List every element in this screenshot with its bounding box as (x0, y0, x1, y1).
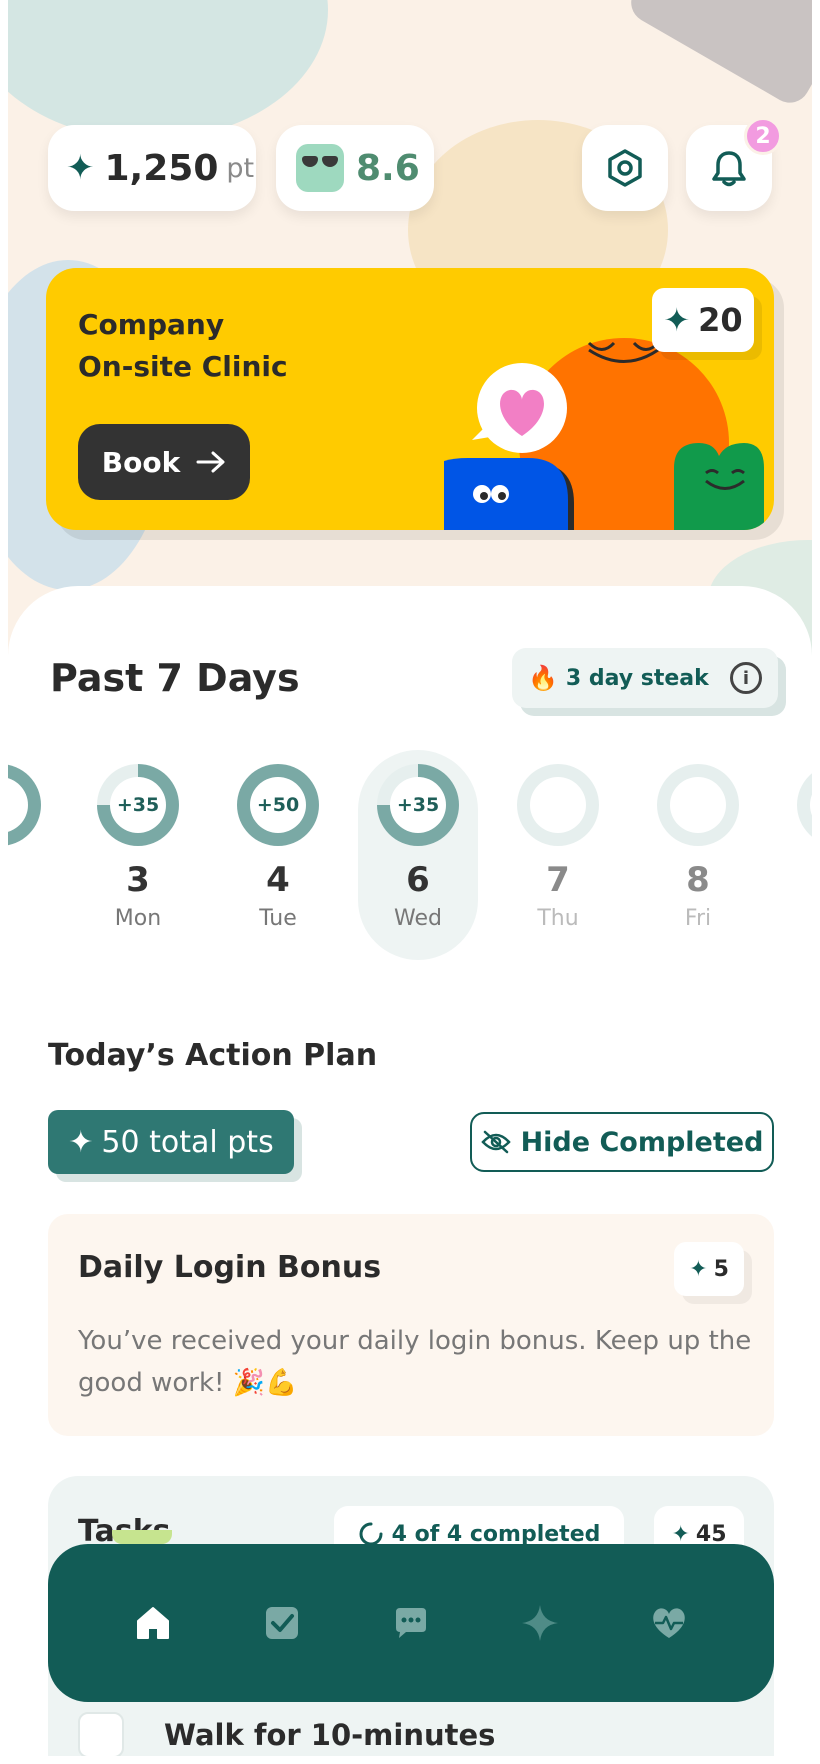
nav-rewards[interactable] (510, 1593, 570, 1653)
promo-points-value: 20 (698, 301, 743, 339)
login-bonus-description: You’ve received your daily login bonus. … (78, 1326, 752, 1398)
info-icon[interactable]: i (730, 662, 762, 694)
sparkle-icon: ✦ (68, 1124, 94, 1160)
promo-title-line1: Company (78, 308, 225, 341)
action-plan-title: Today’s Action Plan (48, 1038, 378, 1073)
day-badge (670, 777, 726, 833)
heart-pulse-icon (653, 1608, 686, 1638)
day-name: Thu (537, 906, 579, 931)
day-item[interactable]: +50 4 Tue (218, 750, 338, 960)
sparkle-icon: ✦ (663, 301, 691, 339)
promo-points-badge: ✦ 20 (652, 288, 754, 352)
sparkle-icon: ✦ (689, 1256, 708, 1282)
active-tab-indicator (112, 1530, 172, 1544)
bell-icon (712, 151, 746, 187)
top-bar: ✦ 1,250 pt 8.6 2 (48, 117, 782, 211)
day-progress-ring (8, 764, 41, 846)
day-badge: +35 (110, 777, 166, 833)
day-progress-ring (797, 764, 812, 846)
bottom-navigation (48, 1530, 774, 1702)
total-points-badge: ✦ 50 total pts (48, 1110, 294, 1174)
day-badge: +35 (390, 777, 446, 833)
day-number: 3 (126, 860, 150, 900)
day-name: Wed (394, 906, 442, 931)
tasks-check-icon (265, 1607, 298, 1639)
day-item-selected[interactable]: +35 6 Wed (358, 750, 478, 960)
task-checkbox[interactable] (78, 1712, 124, 1756)
notification-badge: 2 (744, 117, 782, 155)
day-number: 6 (406, 860, 430, 900)
total-points-label: 50 total pts (101, 1124, 274, 1160)
sparkle-icon: ✦ (671, 1521, 690, 1547)
score-value: 8.6 (356, 147, 420, 189)
settings-button[interactable] (582, 125, 668, 211)
bg-blob-grey (623, 0, 812, 110)
arrow-right-icon (196, 451, 225, 473)
day-number: 4 (266, 860, 290, 900)
wellness-score[interactable]: 8.6 (276, 125, 434, 211)
day-number: 8 (686, 860, 710, 900)
points-unit: pt (226, 152, 255, 184)
sunglasses-face-icon (296, 144, 344, 192)
hide-completed-label: Hide Completed (520, 1126, 764, 1158)
day-badge: +50 (250, 777, 306, 833)
day-item[interactable]: +35 3 Mon (78, 750, 198, 960)
day-partial-left[interactable] (8, 750, 60, 960)
nav-health[interactable] (639, 1593, 699, 1653)
login-bonus-points-value: 5 (713, 1256, 729, 1282)
day-progress-ring: +50 (237, 764, 319, 846)
chat-icon (395, 1608, 426, 1638)
day-name: Fri (684, 906, 712, 931)
day-progress-ring (517, 764, 599, 846)
day-progress-ring: +35 (377, 764, 459, 846)
promo-card-clinic[interactable]: Company On-site Clinic Book ✦ 20 (46, 268, 774, 530)
day-item[interactable]: 7 Thu (498, 750, 618, 960)
day-name: Mon (114, 906, 162, 931)
book-label: Book (101, 445, 181, 479)
book-button[interactable]: Book (78, 424, 250, 500)
day-number: 7 (546, 860, 570, 900)
nav-chat[interactable] (381, 1593, 441, 1653)
streak-label: 3 day steak (565, 665, 709, 691)
day-badge (530, 777, 586, 833)
tasks-points-value: 45 (695, 1521, 727, 1547)
eye-off-icon (480, 1130, 511, 1154)
notifications-button[interactable]: 2 (686, 117, 782, 211)
nav-home[interactable] (123, 1593, 183, 1653)
points-balance[interactable]: ✦ 1,250 pt (48, 125, 256, 211)
promo-title: Company On-site Clinic (78, 304, 338, 388)
daily-login-bonus-card[interactable]: Daily Login Bonus ✦ 5 You’ve received yo… (48, 1214, 774, 1436)
past-7-days-title: Past 7 Days (50, 656, 300, 700)
sparkle-icon (522, 1605, 559, 1641)
sparkle-icon: ✦ (66, 148, 95, 188)
day-partial-right[interactable] (778, 750, 812, 960)
app-screen: ✦ 1,250 pt 8.6 2 Company On-site Clinic … (8, 0, 812, 1756)
home-icon (136, 1607, 169, 1639)
fire-icon: 🔥 (528, 664, 558, 692)
hexagon-settings-icon (608, 149, 642, 187)
streak-badge[interactable]: 🔥 3 day steak i (512, 648, 778, 708)
login-bonus-title: Daily Login Bonus (78, 1250, 382, 1285)
days-carousel[interactable]: +35 3 Mon +50 4 Tue +35 6 Wed 7 Thu 8 Fr… (8, 750, 812, 964)
nav-tasks[interactable] (252, 1593, 312, 1653)
login-bonus-points: ✦ 5 (674, 1242, 744, 1296)
promo-title-line2: On-site Clinic (78, 350, 288, 383)
tasks-progress-label: 4 of 4 completed (391, 1521, 601, 1547)
day-name: Tue (259, 906, 297, 931)
bg-blob-teal (8, 0, 328, 140)
day-progress-ring (657, 764, 739, 846)
hide-completed-button[interactable]: Hide Completed (470, 1112, 774, 1172)
task-label: Walk for 10-minutes (164, 1718, 496, 1752)
day-progress-ring: +35 (97, 764, 179, 846)
day-item[interactable]: 8 Fri (638, 750, 758, 960)
points-value: 1,250 (104, 147, 219, 189)
task-row[interactable]: Walk for 10-minutes (78, 1712, 495, 1756)
